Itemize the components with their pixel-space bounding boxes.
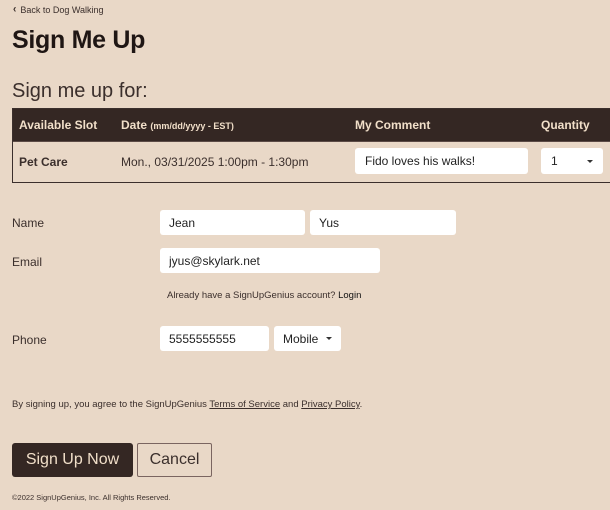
phone-label: Phone [12,333,47,347]
email-input[interactable] [160,248,380,273]
email-label: Email [12,255,43,269]
name-label: Name [12,216,45,230]
date-format-hint: (mm/dd/yyyy - EST) [150,121,234,131]
copyright: ©2022 SignUpGenius, Inc. All Rights Rese… [12,493,171,502]
table-row: Pet Care Mon., 03/31/2025 1:00pm - 1:30p… [13,141,610,182]
quantity-value: 1 [551,154,558,168]
slot-date: Mon., 03/31/2025 1:00pm - 1:30pm [121,155,309,169]
back-link[interactable]: ‹ Back to Dog Walking [13,3,104,16]
quantity-select[interactable]: 1 [541,148,603,174]
terms-of-service-link[interactable]: Terms of Service [209,399,280,410]
cancel-button[interactable]: Cancel [137,443,212,477]
terms-notice: By signing up, you agree to the SignUpGe… [12,399,363,410]
phone-type-value: Mobile [283,331,319,346]
last-name-input[interactable] [310,210,456,235]
column-header-comment: My Comment [355,118,431,132]
table-header: Available Slot Date (mm/dd/yyyy - EST) M… [13,109,610,141]
privacy-policy-link[interactable]: Privacy Policy [301,399,359,410]
column-header-slot: Available Slot [19,118,98,132]
slot-table: Available Slot Date (mm/dd/yyyy - EST) M… [12,108,610,183]
column-header-date: Date (mm/dd/yyyy - EST) [121,118,234,132]
slot-name: Pet Care [19,155,68,169]
comment-input[interactable] [355,148,528,174]
login-link[interactable]: Login [338,290,361,301]
login-hint: Already have a SignUpGenius account? Log… [167,290,362,301]
column-header-quantity: Quantity [541,118,590,132]
page-title: Sign Me Up [12,26,146,54]
first-name-input[interactable] [160,210,305,235]
chevron-left-icon: ‹ [13,3,17,16]
phone-input[interactable] [160,326,269,351]
section-title: Sign me up for: [12,80,148,102]
sign-up-now-button[interactable]: Sign Up Now [12,443,133,477]
caret-down-icon [587,159,593,163]
phone-type-select[interactable]: Mobile [274,326,341,351]
caret-down-icon [326,337,332,340]
back-link-label: Back to Dog Walking [20,4,104,15]
